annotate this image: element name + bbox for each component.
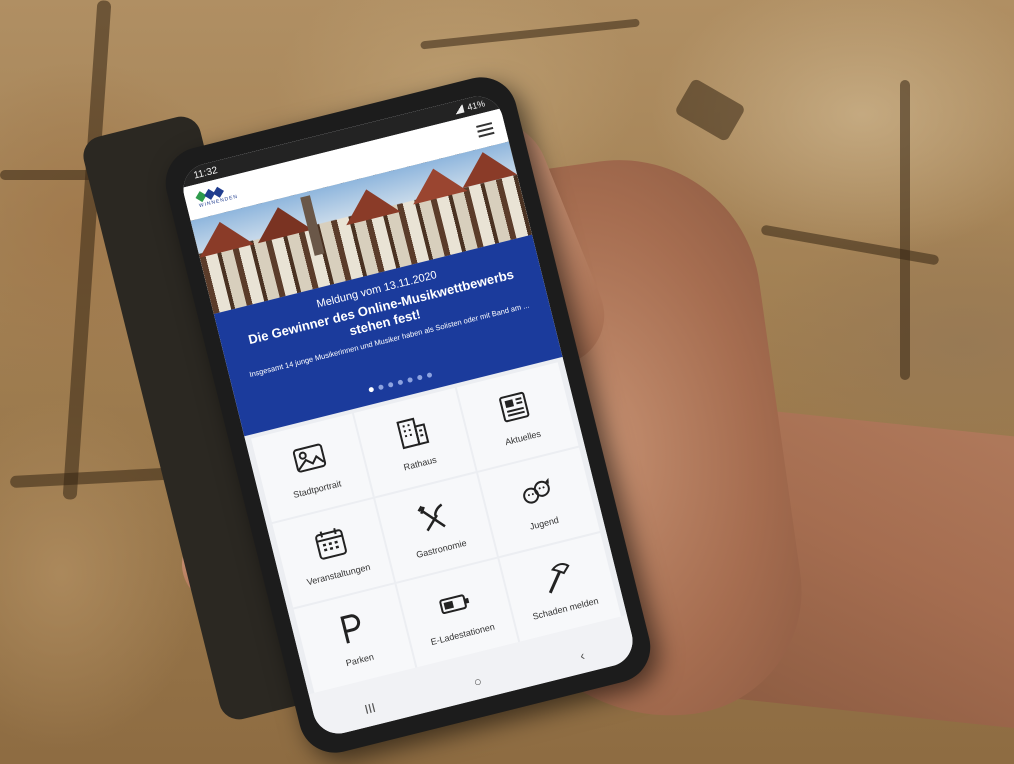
carousel-dot[interactable] bbox=[387, 381, 394, 388]
home-button[interactable]: ○ bbox=[472, 673, 483, 689]
app-logo: WINNENDEN bbox=[195, 184, 239, 209]
signal-icon bbox=[452, 104, 465, 115]
image-icon bbox=[287, 437, 332, 479]
tile-label: Rathaus bbox=[402, 454, 438, 473]
tile-label: Stadtportrait bbox=[292, 478, 343, 500]
carousel-dot[interactable] bbox=[377, 384, 384, 391]
battery-icon bbox=[432, 582, 477, 624]
hammer-icon bbox=[535, 557, 580, 599]
tile-label: Gastronomie bbox=[415, 537, 468, 560]
carousel-dot[interactable] bbox=[396, 379, 403, 386]
kids-icon bbox=[514, 471, 559, 513]
tile-label: Aktuelles bbox=[504, 428, 542, 448]
carousel-dot[interactable] bbox=[406, 377, 413, 384]
carousel-dot[interactable] bbox=[425, 372, 433, 379]
building-icon bbox=[390, 411, 435, 453]
back-button[interactable]: ‹ bbox=[578, 647, 586, 663]
hamburger-menu-icon[interactable] bbox=[476, 122, 495, 138]
parking-icon bbox=[330, 608, 375, 650]
carousel-dot[interactable] bbox=[367, 386, 374, 393]
recents-button[interactable]: III bbox=[363, 699, 377, 716]
tile-label: Parken bbox=[344, 651, 375, 669]
carousel-dot[interactable] bbox=[416, 374, 423, 381]
calendar-icon bbox=[308, 522, 353, 564]
tile-label: Jugend bbox=[528, 514, 560, 532]
tile-label: Schaden melden bbox=[531, 595, 600, 622]
newspaper-icon bbox=[493, 386, 538, 428]
tile-label: Veranstaltungen bbox=[305, 561, 372, 588]
tile-label: E-Ladestationen bbox=[429, 621, 496, 648]
battery-percent: 41% bbox=[466, 98, 487, 113]
cutlery-icon bbox=[411, 497, 456, 539]
